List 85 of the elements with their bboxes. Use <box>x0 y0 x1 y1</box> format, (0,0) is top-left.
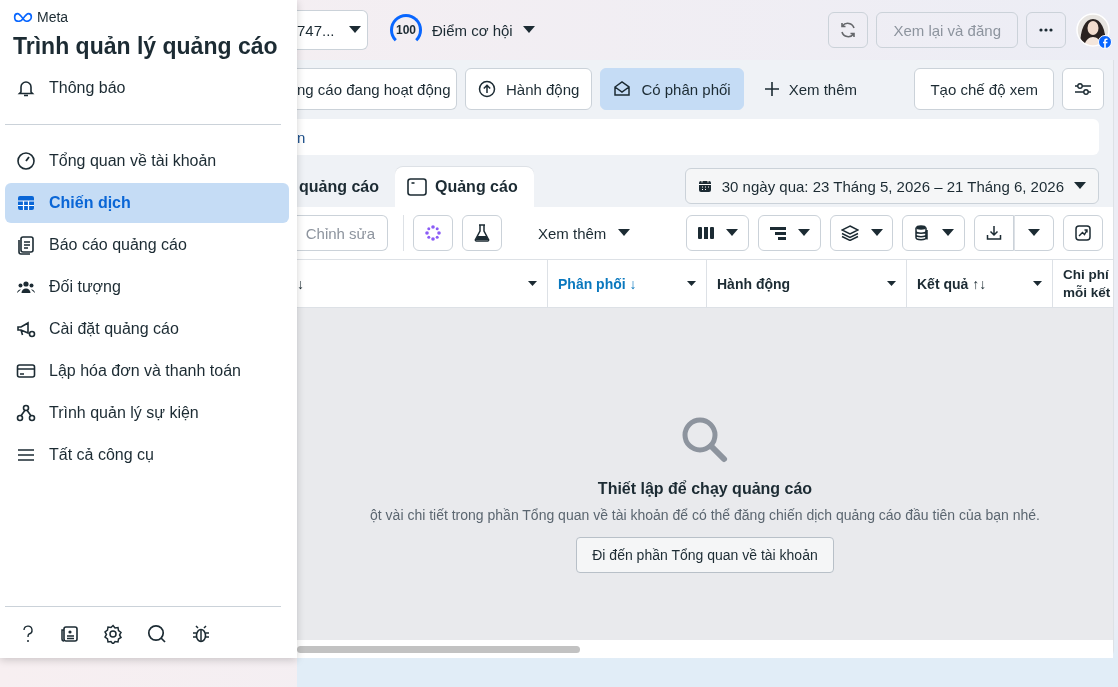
brand-name: Meta <box>37 9 69 25</box>
export-button[interactable] <box>974 215 1014 251</box>
sidebar-item[interactable]: Trình quản lý sự kiện <box>5 393 289 433</box>
sidebar-item[interactable]: Chiến dịch <box>5 183 289 223</box>
sidebar-item[interactable]: Cài đặt quảng cáo <box>5 309 289 349</box>
bug-icon[interactable] <box>191 624 211 644</box>
breakdown-icon <box>769 226 786 240</box>
caret-icon <box>528 280 537 287</box>
column-header[interactable]: Kết quả ↑↓ <box>907 260 1053 307</box>
layers-button[interactable] <box>830 215 893 251</box>
sidebar-item[interactable]: Tất cả công cụ <box>5 435 289 475</box>
empty-state-text: ột vài chi tiết trong phần Tổng quan về tài khoản để có thể đăng chiến dịch quảng cáo đầu tiên của bạn nhé. <box>370 507 1040 523</box>
tab[interactable]: Quảng cáo <box>395 167 534 207</box>
plus-icon <box>764 82 779 96</box>
chart-button[interactable] <box>1063 215 1103 251</box>
nodes-icon <box>16 403 36 423</box>
sliders-icon <box>1074 82 1092 96</box>
caret-icon <box>1074 182 1086 190</box>
card-icon <box>16 361 36 381</box>
window-icon <box>407 178 427 196</box>
calendar-icon <box>697 179 712 193</box>
caret-icon <box>870 229 883 237</box>
layers-icon <box>840 225 859 241</box>
sidebar-item[interactable]: Lập hóa đơn và thanh toán <box>5 351 289 391</box>
envelope-icon <box>613 80 632 98</box>
caret-icon <box>887 280 896 287</box>
download-icon <box>986 225 1002 241</box>
see-more-button[interactable]: Xem thêm <box>751 68 870 110</box>
chart-icon <box>1075 225 1091 241</box>
caret-icon <box>687 280 696 287</box>
coins-icon <box>913 224 930 242</box>
export-options-button[interactable] <box>1014 215 1054 251</box>
breakdown-button[interactable] <box>758 215 821 251</box>
notifications-item[interactable]: Thông báo <box>5 68 289 108</box>
report-icon <box>16 235 36 255</box>
news-icon[interactable] <box>59 624 79 644</box>
search-field[interactable]: n <box>297 119 1099 155</box>
columns-button[interactable] <box>686 215 749 251</box>
infinity-logo-icon <box>13 12 33 22</box>
test-button[interactable] <box>462 215 502 251</box>
refresh-button[interactable] <box>828 12 869 48</box>
filter-chip[interactable]: ng cáo đang hoạt động <box>297 68 457 110</box>
opportunity-score-dropdown[interactable]: 100 Điểm cơ hội <box>390 14 535 46</box>
sidebar-item[interactable]: Báo cáo quảng cáo <box>5 225 289 265</box>
column-header[interactable]: Hành động <box>707 260 907 307</box>
column-header[interactable]: Chi phí mỗi kết <box>1053 260 1115 307</box>
refresh-icon <box>839 21 858 39</box>
filter-chip[interactable]: Hành động <box>465 68 593 110</box>
search-icon <box>681 416 729 464</box>
arrow-up-circle-icon <box>478 80 496 98</box>
caret-icon <box>1028 229 1040 237</box>
account-dropdown[interactable]: 747... <box>297 10 368 50</box>
bell-icon <box>16 78 36 98</box>
coins-button[interactable] <box>902 215 965 251</box>
scrollbar-thumb[interactable] <box>297 645 580 653</box>
help-icon[interactable] <box>21 625 35 643</box>
table-icon <box>16 193 36 213</box>
sidebar-item[interactable]: Đối tượng <box>5 267 289 307</box>
date-range-picker[interactable]: 30 ngày qua: 23 Tháng 5, 2026 – 21 Tháng 6, 2026 <box>684 168 1099 204</box>
go-to-overview-button[interactable]: Đi đến phần Tổng quan về tài khoản <box>576 537 834 573</box>
tab[interactable]: quảng cáo <box>297 167 385 207</box>
ai-button[interactable] <box>413 215 453 251</box>
app-title: Trình quản lý quảng cáo <box>12 32 279 60</box>
column-header[interactable]: Phân phối ↓ <box>548 260 707 307</box>
sparkle-icon <box>424 224 442 242</box>
caret-icon <box>522 26 535 34</box>
caret-icon <box>725 229 738 237</box>
filter-settings-button[interactable] <box>1062 68 1104 110</box>
create-view-button[interactable]: Tạo chế độ xem <box>914 68 1054 110</box>
caret-icon <box>941 229 954 237</box>
gauge-icon <box>16 151 36 171</box>
caret-icon <box>618 229 631 237</box>
megaphone-gear-icon <box>16 319 36 339</box>
flask-icon <box>474 224 490 242</box>
caret-icon <box>348 26 361 34</box>
settings-icon[interactable] <box>103 624 123 644</box>
caret-icon <box>1033 280 1042 287</box>
sidebar-item[interactable]: Tổng quan về tài khoản <box>5 141 289 181</box>
more-icon <box>1039 28 1053 32</box>
filter-chip[interactable]: Có phân phối <box>600 68 744 110</box>
column-header[interactable]: ↓ <box>297 260 548 307</box>
empty-state-title: Thiết lập để chạy quảng cáo <box>597 480 813 498</box>
search-icon[interactable] <box>147 624 167 644</box>
columns-icon <box>697 226 714 240</box>
caret-icon <box>797 229 810 237</box>
